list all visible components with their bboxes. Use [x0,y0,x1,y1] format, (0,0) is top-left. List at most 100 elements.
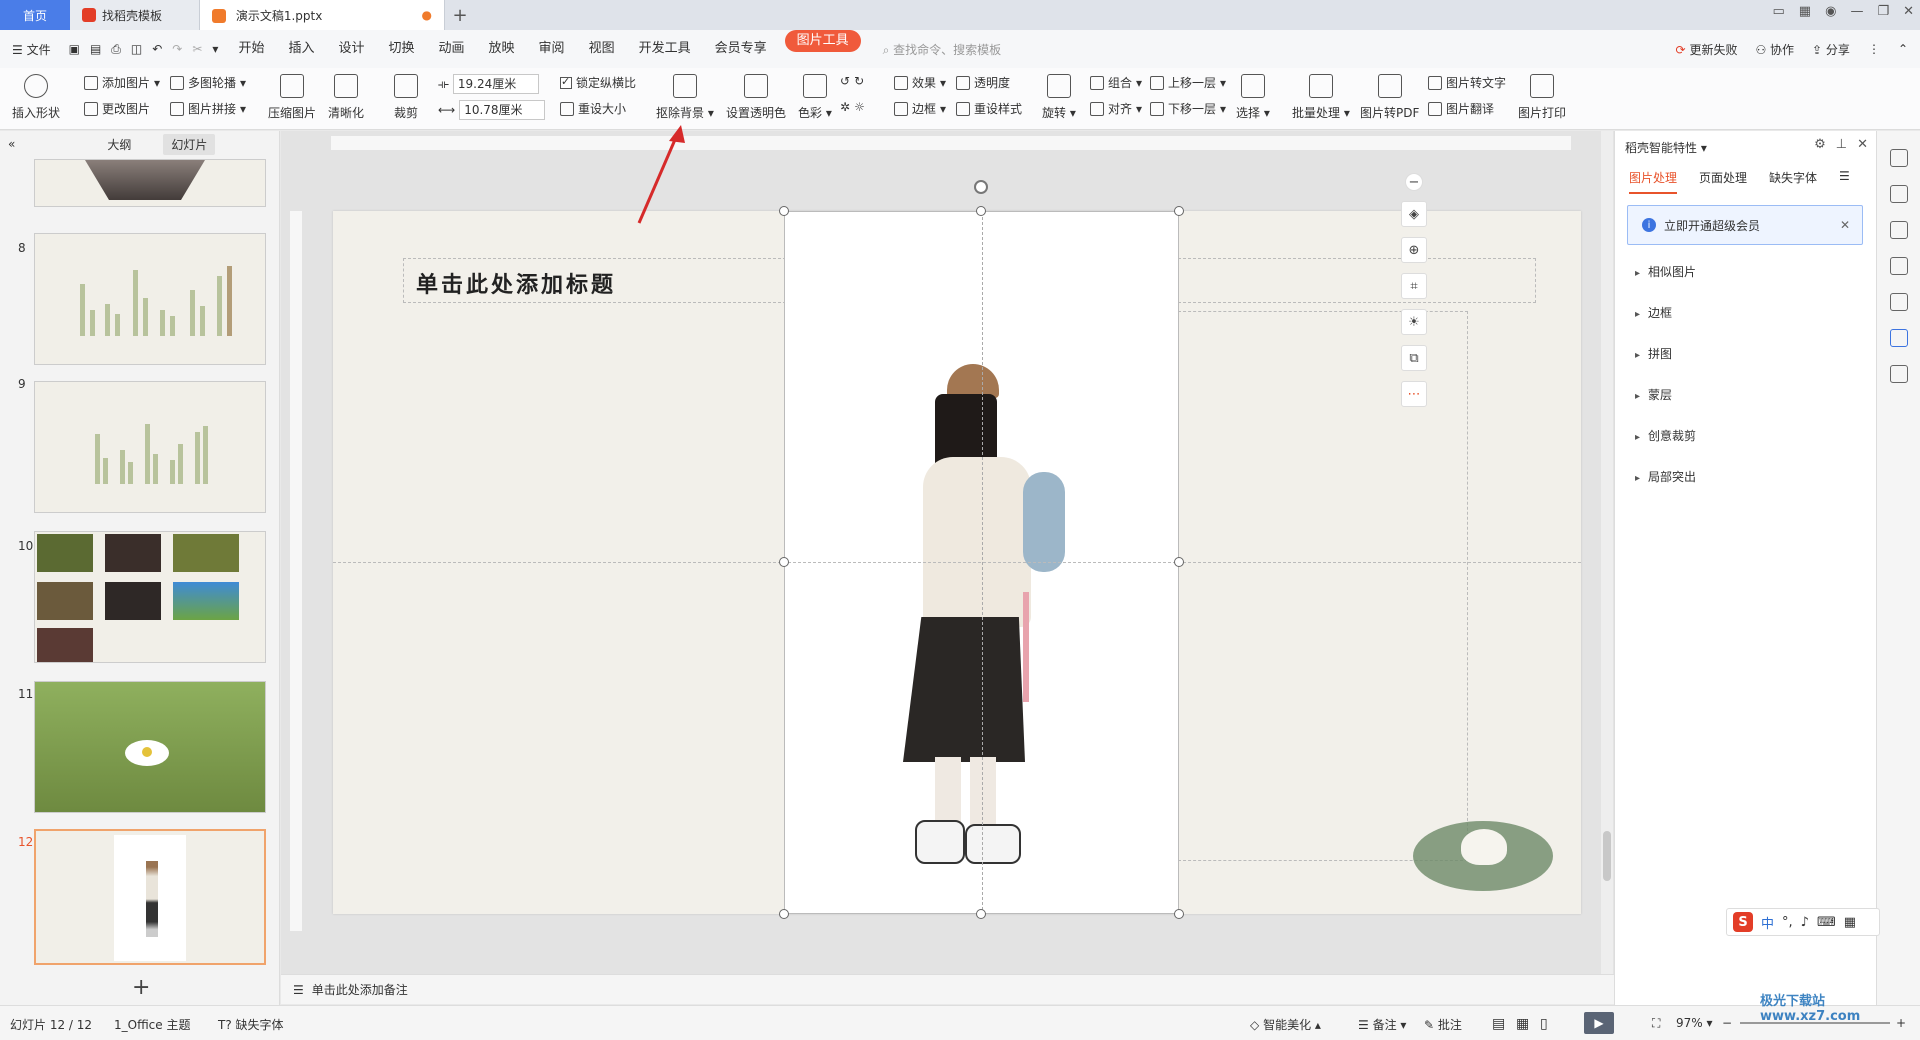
comment-toggle[interactable]: ✎ 批注 [1424,1016,1462,1033]
tab-page-processing[interactable]: 页面处理 [1699,169,1747,194]
resize-handle-se[interactable] [1174,909,1184,919]
tab-template[interactable]: 找稻壳模板 [70,0,200,30]
zoom-out-button[interactable]: − [1722,1016,1732,1030]
slide-thumbnail-7[interactable] [34,159,266,207]
scrollbar-thumb[interactable] [1603,831,1611,881]
reading-view-icon[interactable]: ▯ [1540,1016,1548,1032]
resize-handle-w[interactable] [779,557,789,567]
feature-highlight[interactable]: 局部突出 [1635,468,1696,485]
restore-icon[interactable]: ❐ [1877,4,1889,19]
lock-ratio-checkbox[interactable]: 锁定纵横比 [560,74,636,91]
menu-design[interactable]: 设计 [326,30,376,68]
menu-view[interactable]: 视图 [577,30,627,68]
layers-icon[interactable]: ◈ [1401,201,1427,227]
vertical-scrollbar[interactable] [1601,131,1613,974]
menu-insert[interactable]: 插入 [276,30,326,68]
zoom-icon[interactable]: ⊕ [1401,237,1427,263]
crop-icon[interactable]: ⌗ [1401,273,1427,299]
to-pdf-button[interactable]: 图片转PDF [1360,74,1419,121]
remove-bg-button[interactable]: 抠除背景 ▾ [656,74,714,121]
reset-size-button[interactable]: 重设大小 [560,100,626,117]
notes-toggle[interactable]: ☰ 备注 ▾ [1358,1016,1406,1033]
feature-similar-images[interactable]: 相似图片 [1635,263,1696,280]
menu-review[interactable]: 审阅 [527,30,577,68]
fit-window-icon[interactable]: ⛶ [1652,1016,1660,1031]
update-status[interactable]: ⟳ 更新失败 [1676,41,1738,58]
more-options-icon[interactable]: ⋯ [1401,381,1427,407]
tab-slides[interactable]: 幻灯片 [163,133,216,155]
translate-button[interactable]: 图片翻译 [1428,100,1494,117]
convert-icon[interactable]: ⧉ [1401,345,1427,371]
resize-handle-ne[interactable] [1174,206,1184,216]
multi-outline-button[interactable]: 多图轮播 ▾ [170,74,246,91]
copy-icon[interactable] [1889,257,1908,275]
feature-border[interactable]: 边框 [1635,304,1696,321]
vip-banner[interactable]: i 立即开通超级会员 ✕ [1627,205,1863,245]
slide-thumbnail-12[interactable] [34,829,266,965]
collapse-ribbon-icon[interactable]: ⌃ [1898,42,1908,56]
add-slide-button[interactable]: + [132,975,150,1000]
select-button[interactable]: 选择 ▾ [1236,74,1270,121]
missing-font-button[interactable]: T? 缺失字体 [218,1016,284,1033]
rotate-button[interactable]: 旋转 ▾ [1042,74,1076,121]
menu-picture-tools[interactable]: 图片工具 [784,30,861,52]
style-icon[interactable] [1889,149,1908,167]
height-field[interactable]: 10.78厘米 [459,100,546,120]
slide[interactable]: 单击此处添加标题 [333,180,1581,919]
panel-title[interactable]: 稻壳智能特性 ▾ [1625,139,1707,156]
tab-image-processing[interactable]: 图片处理 [1629,169,1678,194]
keyboard-icon[interactable]: ⌨ [1817,915,1836,930]
print-image-button[interactable]: 图片打印 [1518,74,1566,121]
grid-view-icon[interactable]: ▦ [1516,1016,1529,1032]
close-icon[interactable]: ✕ [1857,137,1868,152]
file-menu[interactable]: ☰ 文件 [12,41,51,58]
tab-outline[interactable]: 大纲 [99,134,139,155]
menu-member[interactable]: 会员专享 [703,30,779,68]
preview-icon[interactable]: ◫ [131,42,142,56]
width-field[interactable]: 19.24厘米 [452,74,539,94]
reset-style-button[interactable]: 重设样式 [956,100,1022,117]
share-button[interactable]: ⇪ 分享 [1812,41,1850,58]
format-painter-icon[interactable]: ✂ [192,42,202,56]
transparency-button[interactable]: 透明度 [956,74,1010,91]
close-icon[interactable]: ✕ [1903,4,1914,19]
more-quick-icon[interactable]: ▾ [212,42,218,56]
settings-icon[interactable]: ⚙ [1814,137,1826,152]
redo-icon[interactable]: ↷ [172,42,182,56]
batch-button[interactable]: 批量处理 ▾ [1292,74,1350,121]
rotate-handle[interactable] [974,180,988,194]
minimize-icon[interactable]: — [1850,4,1863,19]
add-image-button[interactable]: 添加图片 ▾ [84,74,160,91]
brightness-icons[interactable]: ✲ ☼ [840,100,865,114]
save-icon[interactable]: ▣ [69,42,80,56]
grid-icon[interactable]: ▦ [1844,915,1856,930]
border-button[interactable]: 边框 ▾ [894,100,946,117]
set-transparent-button[interactable]: 设置透明色 [726,74,786,121]
slide-thumbnail-11[interactable] [34,681,266,813]
punctuation-icon[interactable]: °, [1782,915,1793,930]
to-text-button[interactable]: 图片转文字 [1428,74,1506,91]
normal-view-icon[interactable]: ▤ [1492,1016,1505,1032]
layout-icon[interactable]: ▭ [1773,4,1785,19]
change-image-button[interactable]: 更改图片 [84,100,150,117]
collab-button[interactable]: ⚇ 协作 [1755,41,1794,58]
notes-bar[interactable]: ☰ 单击此处添加备注 [281,974,1614,1004]
ime-toolbar[interactable]: S 中 °, ♪ ⌨ ▦ [1726,908,1880,936]
image-icon[interactable] [1889,293,1908,311]
slide-thumbnail-10[interactable] [34,531,266,663]
send-backward-button[interactable]: 下移一层 ▾ [1150,100,1226,117]
more-icon[interactable]: ⋮ [1868,42,1880,56]
avatar[interactable]: ◉ [1825,4,1836,19]
book-icon[interactable] [1889,365,1908,383]
group-button[interactable]: 组合 ▾ [1090,74,1142,91]
grid-icon[interactable]: ▦ [1799,4,1811,19]
idea-icon[interactable]: ☀ [1401,309,1427,335]
feature-collage[interactable]: 拼图 [1635,345,1696,362]
menu-start[interactable]: 开始 [226,30,276,68]
resize-handle-n[interactable] [976,206,986,216]
resize-handle-e[interactable] [1174,557,1184,567]
align-button[interactable]: 对齐 ▾ [1090,100,1142,117]
menu-animation[interactable]: 动画 [427,30,477,68]
effect-button[interactable]: 效果 ▾ [894,74,946,91]
menu-slideshow[interactable]: 放映 [477,30,527,68]
